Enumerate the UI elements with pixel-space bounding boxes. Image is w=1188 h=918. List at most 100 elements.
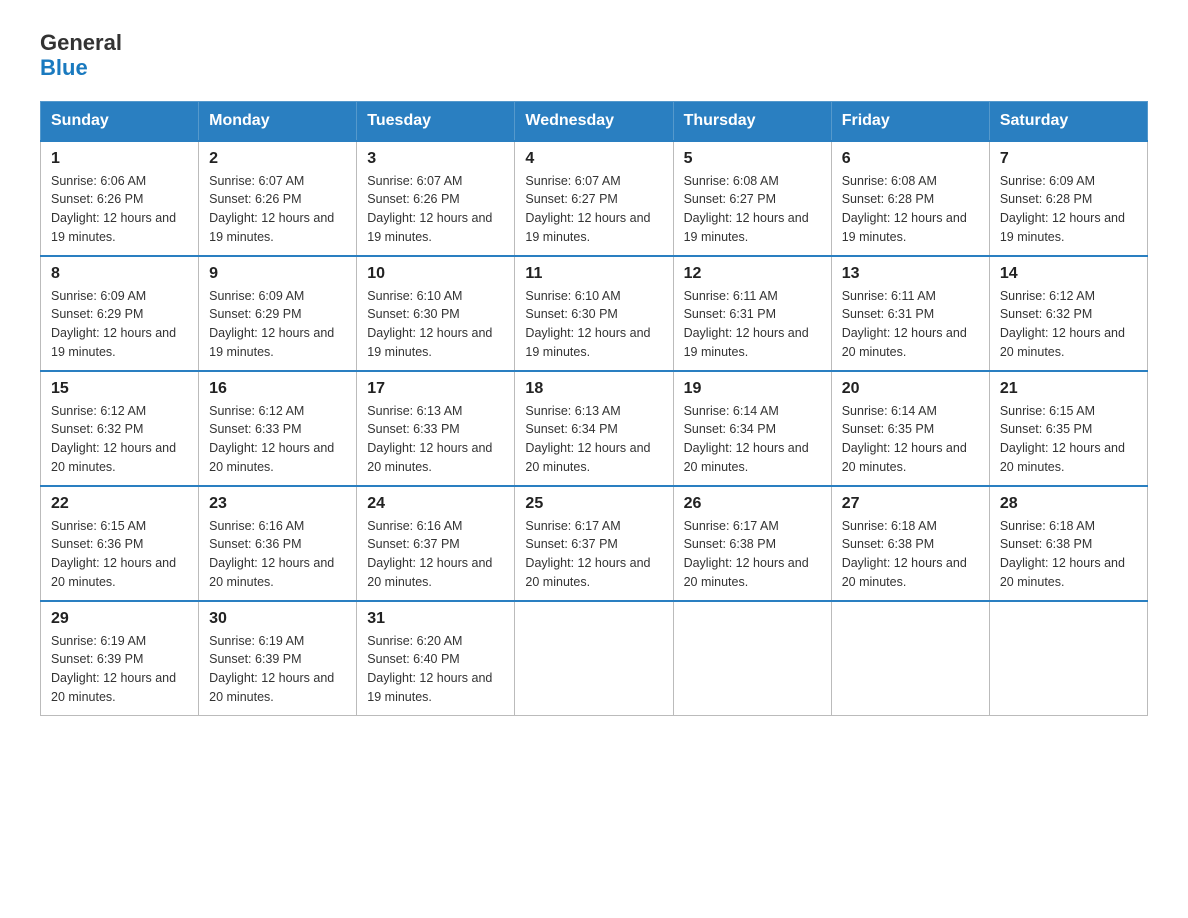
calendar-cell: 15 Sunrise: 6:12 AMSunset: 6:32 PMDayligh… (41, 371, 199, 486)
day-info: Sunrise: 6:07 AMSunset: 6:27 PMDaylight:… (525, 172, 662, 247)
day-info: Sunrise: 6:08 AMSunset: 6:28 PMDaylight:… (842, 172, 979, 247)
day-info: Sunrise: 6:17 AMSunset: 6:38 PMDaylight:… (684, 517, 821, 592)
day-number: 26 (684, 495, 821, 513)
calendar-cell: 29Sunrise: 6:19 AMSunset: 6:39 PMDayligh… (41, 601, 199, 716)
day-number: 15 (51, 380, 188, 398)
day-info: Sunrise: 6:12 AMSunset: 6:32 PMDaylight:… (1000, 287, 1137, 362)
calendar-cell: 13Sunrise: 6:11 AMSunset: 6:31 PMDayligh… (831, 256, 989, 371)
calendar-cell: 9 Sunrise: 6:09 AMSunset: 6:29 PMDaylight… (199, 256, 357, 371)
day-number: 17 (367, 380, 504, 398)
calendar-cell: 30 Sunrise: 6:19 AMSunset: 6:39 PMDayligh… (199, 601, 357, 716)
day-info: Sunrise: 6:18 AMSunset: 6:38 PMDaylight:… (842, 517, 979, 592)
day-number: 20 (842, 380, 979, 398)
day-number: 5 (684, 150, 821, 168)
calendar-cell: 22Sunrise: 6:15 AMSunset: 6:36 PMDayligh… (41, 486, 199, 601)
calendar-cell: 21 Sunrise: 6:15 AMSunset: 6:35 PMDayligh… (989, 371, 1147, 486)
day-number: 1 (51, 150, 188, 168)
page-header: General Blue General Blue (40, 30, 1148, 81)
calendar-cell: 7 Sunrise: 6:09 AMSunset: 6:28 PMDaylight… (989, 141, 1147, 256)
calendar-cell (673, 601, 831, 716)
day-number: 10 (367, 265, 504, 283)
calendar-cell: 1 Sunrise: 6:06 AMSunset: 6:26 PMDaylight… (41, 141, 199, 256)
day-info: Sunrise: 6:06 AMSunset: 6:26 PMDaylight:… (51, 172, 188, 247)
day-info: Sunrise: 6:18 AMSunset: 6:38 PMDaylight:… (1000, 517, 1137, 592)
calendar-cell: 24 Sunrise: 6:16 AMSunset: 6:37 PMDayligh… (357, 486, 515, 601)
weekday-header-thursday: Thursday (673, 101, 831, 141)
calendar-cell: 20 Sunrise: 6:14 AMSunset: 6:35 PMDayligh… (831, 371, 989, 486)
day-number: 30 (209, 610, 346, 628)
calendar-cell: 2Sunrise: 6:07 AMSunset: 6:26 PMDaylight… (199, 141, 357, 256)
weekday-header-wednesday: Wednesday (515, 101, 673, 141)
day-info: Sunrise: 6:07 AMSunset: 6:26 PMDaylight:… (209, 172, 346, 247)
logo-text-general: General (40, 30, 122, 55)
calendar-cell: 17 Sunrise: 6:13 AMSunset: 6:33 PMDayligh… (357, 371, 515, 486)
day-info: Sunrise: 6:20 AMSunset: 6:40 PMDaylight:… (367, 632, 504, 707)
day-info: Sunrise: 6:19 AMSunset: 6:39 PMDaylight:… (209, 632, 346, 707)
day-number: 8 (51, 265, 188, 283)
day-number: 6 (842, 150, 979, 168)
week-row-5: 29Sunrise: 6:19 AMSunset: 6:39 PMDayligh… (41, 601, 1148, 716)
calendar-cell: 16 Sunrise: 6:12 AMSunset: 6:33 PMDayligh… (199, 371, 357, 486)
day-number: 19 (684, 380, 821, 398)
calendar-cell: 25 Sunrise: 6:17 AMSunset: 6:37 PMDayligh… (515, 486, 673, 601)
day-info: Sunrise: 6:09 AMSunset: 6:29 PMDaylight:… (51, 287, 188, 362)
day-info: Sunrise: 6:16 AMSunset: 6:36 PMDaylight:… (209, 517, 346, 592)
weekday-header-friday: Friday (831, 101, 989, 141)
day-number: 25 (525, 495, 662, 513)
day-number: 24 (367, 495, 504, 513)
day-number: 11 (525, 265, 662, 283)
day-number: 16 (209, 380, 346, 398)
weekday-header-tuesday: Tuesday (357, 101, 515, 141)
day-number: 12 (684, 265, 821, 283)
calendar-cell (515, 601, 673, 716)
day-number: 9 (209, 265, 346, 283)
day-number: 7 (1000, 150, 1137, 168)
day-number: 4 (525, 150, 662, 168)
calendar-cell: 5Sunrise: 6:08 AMSunset: 6:27 PMDaylight… (673, 141, 831, 256)
day-info: Sunrise: 6:11 AMSunset: 6:31 PMDaylight:… (684, 287, 821, 362)
day-info: Sunrise: 6:12 AMSunset: 6:33 PMDaylight:… (209, 402, 346, 477)
day-info: Sunrise: 6:14 AMSunset: 6:34 PMDaylight:… (684, 402, 821, 477)
day-info: Sunrise: 6:16 AMSunset: 6:37 PMDaylight:… (367, 517, 504, 592)
calendar-table: SundayMondayTuesdayWednesdayThursdayFrid… (40, 101, 1148, 716)
calendar-cell: 4 Sunrise: 6:07 AMSunset: 6:27 PMDaylight… (515, 141, 673, 256)
day-info: Sunrise: 6:09 AMSunset: 6:29 PMDaylight:… (209, 287, 346, 362)
day-info: Sunrise: 6:15 AMSunset: 6:35 PMDaylight:… (1000, 402, 1137, 477)
calendar-cell: 31Sunrise: 6:20 AMSunset: 6:40 PMDayligh… (357, 601, 515, 716)
week-row-4: 22Sunrise: 6:15 AMSunset: 6:36 PMDayligh… (41, 486, 1148, 601)
calendar-cell: 12 Sunrise: 6:11 AMSunset: 6:31 PMDayligh… (673, 256, 831, 371)
calendar-cell: 28 Sunrise: 6:18 AMSunset: 6:38 PMDayligh… (989, 486, 1147, 601)
day-info: Sunrise: 6:17 AMSunset: 6:37 PMDaylight:… (525, 517, 662, 592)
calendar-cell: 6 Sunrise: 6:08 AMSunset: 6:28 PMDaylight… (831, 141, 989, 256)
day-number: 23 (209, 495, 346, 513)
day-info: Sunrise: 6:14 AMSunset: 6:35 PMDaylight:… (842, 402, 979, 477)
calendar-cell: 3Sunrise: 6:07 AMSunset: 6:26 PMDaylight… (357, 141, 515, 256)
day-info: Sunrise: 6:07 AMSunset: 6:26 PMDaylight:… (367, 172, 504, 247)
day-number: 28 (1000, 495, 1137, 513)
day-number: 18 (525, 380, 662, 398)
week-row-1: 1 Sunrise: 6:06 AMSunset: 6:26 PMDaylight… (41, 141, 1148, 256)
day-info: Sunrise: 6:13 AMSunset: 6:33 PMDaylight:… (367, 402, 504, 477)
day-number: 21 (1000, 380, 1137, 398)
calendar-cell: 8 Sunrise: 6:09 AMSunset: 6:29 PMDaylight… (41, 256, 199, 371)
day-info: Sunrise: 6:09 AMSunset: 6:28 PMDaylight:… (1000, 172, 1137, 247)
calendar-cell: 11 Sunrise: 6:10 AMSunset: 6:30 PMDayligh… (515, 256, 673, 371)
day-info: Sunrise: 6:10 AMSunset: 6:30 PMDaylight:… (367, 287, 504, 362)
day-number: 27 (842, 495, 979, 513)
calendar-cell: 19 Sunrise: 6:14 AMSunset: 6:34 PMDayligh… (673, 371, 831, 486)
day-info: Sunrise: 6:15 AMSunset: 6:36 PMDaylight:… (51, 517, 188, 592)
day-info: Sunrise: 6:12 AMSunset: 6:32 PMDaylight:… (51, 402, 188, 477)
calendar-cell (989, 601, 1147, 716)
day-info: Sunrise: 6:19 AMSunset: 6:39 PMDaylight:… (51, 632, 188, 707)
calendar-cell: 27 Sunrise: 6:18 AMSunset: 6:38 PMDayligh… (831, 486, 989, 601)
week-row-3: 15 Sunrise: 6:12 AMSunset: 6:32 PMDayligh… (41, 371, 1148, 486)
weekday-header-row: SundayMondayTuesdayWednesdayThursdayFrid… (41, 101, 1148, 141)
weekday-header-saturday: Saturday (989, 101, 1147, 141)
day-info: Sunrise: 6:10 AMSunset: 6:30 PMDaylight:… (525, 287, 662, 362)
calendar-cell (831, 601, 989, 716)
calendar-cell: 14 Sunrise: 6:12 AMSunset: 6:32 PMDayligh… (989, 256, 1147, 371)
weekday-header-sunday: Sunday (41, 101, 199, 141)
day-number: 13 (842, 265, 979, 283)
day-number: 14 (1000, 265, 1137, 283)
week-row-2: 8 Sunrise: 6:09 AMSunset: 6:29 PMDaylight… (41, 256, 1148, 371)
